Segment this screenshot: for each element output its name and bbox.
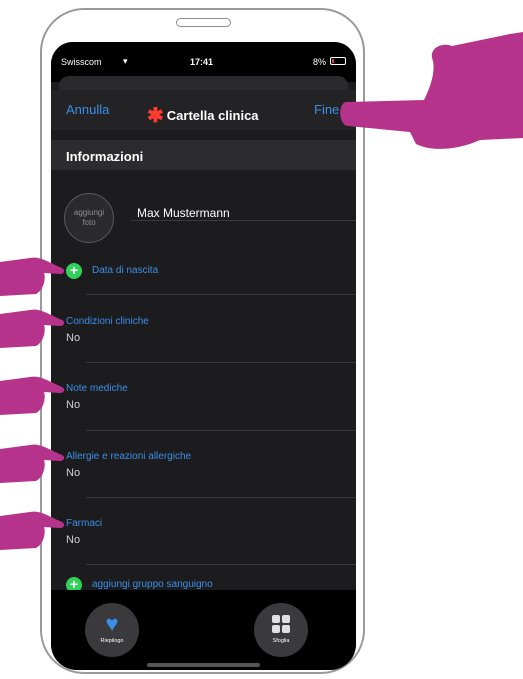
- pointing-hand-icon: [0, 257, 65, 296]
- name-field[interactable]: Max Mustermann: [137, 206, 230, 220]
- field-label: Allergie e reazioni allergiche: [66, 451, 192, 462]
- cancel-button[interactable]: Annulla: [66, 102, 109, 117]
- done-button[interactable]: Fine: [314, 102, 339, 117]
- battery-percent: 8%: [313, 57, 327, 67]
- field-medical-notes[interactable]: Note mediche No: [66, 383, 356, 411]
- add-photo-button[interactable]: aggiungi foto: [64, 193, 114, 243]
- divider: [86, 497, 356, 498]
- pointing-hand-icon: [0, 511, 65, 550]
- field-value: No: [66, 467, 81, 479]
- add-blood-group-label: aggiungi gruppo sanguigno: [92, 579, 213, 590]
- divider: [86, 362, 356, 363]
- clock: 17:41: [190, 57, 214, 67]
- tab-browse[interactable]: Sfoglia: [254, 603, 308, 657]
- field-value: No: [66, 332, 81, 344]
- pointing-hand-icon: [0, 309, 65, 348]
- section-title: Informazioni: [66, 149, 144, 164]
- phone-screen: Swisscom ▾ 17:41 8% Annulla ✱ Cartella cl…: [51, 42, 356, 670]
- tab-summary[interactable]: ♥ Riepilogo: [85, 603, 139, 657]
- field-label: Note mediche: [66, 383, 128, 394]
- divider: [86, 430, 356, 431]
- add-photo-label: aggiungi foto: [73, 208, 105, 227]
- tab-label: Riepilogo: [100, 638, 124, 644]
- tab-bar: ♥ Riepilogo Sfoglia: [51, 590, 356, 670]
- grid-icon: [254, 612, 308, 639]
- tab-label: Sfoglia: [272, 638, 290, 644]
- divider: [86, 294, 356, 295]
- section-header: Informazioni: [51, 140, 356, 170]
- field-value: No: [66, 534, 81, 546]
- field-allergies[interactable]: Allergie e reazioni allergiche No: [66, 451, 356, 479]
- home-indicator: [147, 663, 260, 667]
- field-label: Farmaci: [66, 518, 103, 529]
- divider: [131, 220, 356, 221]
- add-birthdate-label: Data di nascita: [92, 265, 159, 276]
- phone-speaker: [176, 18, 231, 27]
- wifi-icon: ▾: [123, 56, 128, 66]
- pointing-hand-icon: [340, 32, 523, 149]
- field-clinical-conditions[interactable]: Condizioni cliniche No: [66, 316, 356, 344]
- page-title-text: Cartella clinica: [166, 108, 259, 123]
- field-label: Condizioni cliniche: [66, 316, 149, 327]
- field-medications[interactable]: Farmaci No: [66, 518, 356, 546]
- navigation-bar: Annulla ✱ Cartella clinica Fine: [51, 90, 356, 130]
- pointing-hand-icon: [0, 444, 65, 483]
- pointing-hand-icon: [0, 376, 65, 415]
- add-icon: +: [66, 263, 82, 279]
- medical-star-icon: ✱: [147, 105, 164, 127]
- heart-icon: ♥: [105, 611, 119, 636]
- divider: [86, 564, 356, 565]
- page-title: ✱ Cartella clinica: [147, 101, 259, 127]
- sheet-background: [59, 76, 348, 90]
- carrier-label: Swisscom: [61, 57, 102, 67]
- field-value: No: [66, 399, 81, 411]
